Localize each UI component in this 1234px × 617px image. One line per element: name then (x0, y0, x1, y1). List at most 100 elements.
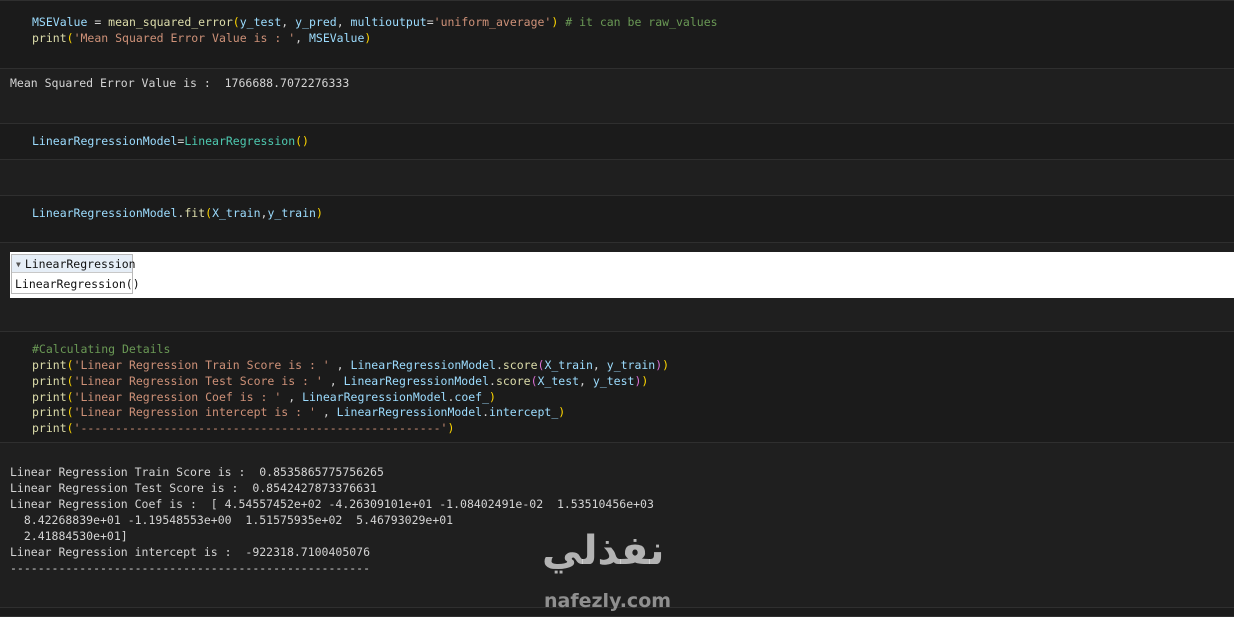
code-token: , (336, 15, 351, 29)
code-token: ( (66, 358, 74, 372)
code-token: print (32, 421, 67, 435)
code-token: score (495, 374, 531, 388)
code-token: , (579, 374, 593, 388)
code-token: ) (447, 421, 455, 435)
code-token: = (426, 15, 434, 29)
code-token: 'Linear Regression Train Score is : ' (73, 358, 330, 372)
code-token: y_pred (295, 15, 337, 29)
estimator-widget: ▼ LinearRegression LinearRegression() (10, 252, 1234, 298)
code-cell-details[interactable]: #Calculating Details print('Linear Regre… (0, 331, 1234, 443)
code-token: LinearRegressionModel (32, 206, 178, 220)
code-token: ( (232, 15, 240, 29)
code-token: X_train (212, 206, 261, 220)
cell-output-line: Linear Regression Coef is : [ 4.54557452… (10, 497, 654, 511)
code-token: print (32, 358, 67, 372)
code-token: , (295, 31, 309, 45)
code-token: , (592, 358, 607, 372)
watermark: نفذلي nafezly.com (540, 528, 700, 612)
code-cell-mse[interactable]: MSEValue = mean_squared_error(y_test, y_… (0, 0, 1234, 69)
estimator-repr: LinearRegression() (15, 277, 140, 291)
code-token: ) (489, 390, 496, 404)
code-token: . (489, 374, 496, 388)
code-token: , (281, 390, 303, 404)
code-token: 'Linear Regression intercept is : ' (73, 405, 316, 419)
code-token: 'Mean Squared Error Value is : ' (73, 31, 296, 45)
code-token: LinearRegressionModel (32, 134, 178, 148)
code-token: LinearRegressionModel (350, 358, 496, 372)
cell-output-line: Mean Squared Error Value is : 1766688.70… (10, 76, 350, 90)
code-token: coef_ (454, 390, 490, 404)
code-token: . (482, 405, 490, 419)
code-token: y_train (267, 206, 316, 220)
code-token: multioutput (350, 15, 427, 29)
code-token: print (32, 390, 67, 404)
cell-output-line: Linear Regression intercept is : -922318… (10, 545, 371, 559)
code-token: ( (66, 421, 74, 435)
code-token: = (87, 15, 109, 29)
code-token: score (502, 358, 538, 372)
code-token: 'uniform_average' (433, 15, 552, 29)
code-token: #Calculating Details (32, 342, 171, 356)
code-token: y_train (606, 358, 656, 372)
code-token: y_test (239, 15, 282, 29)
code-token: LinearRegressionModel (336, 405, 483, 419)
code-token: ) (364, 31, 372, 45)
code-line: print('Mean Squared Error Value is : ', … (32, 30, 371, 46)
code-token: '---------------------------------------… (73, 421, 448, 435)
code-token: , (281, 15, 296, 29)
code-token: y_test (592, 374, 635, 388)
code-token: 'Linear Regression Coef is : ' (73, 390, 282, 404)
code-line: print('Linear Regression intercept is : … (32, 404, 565, 420)
code-token: print (32, 405, 67, 419)
code-token: ) (641, 374, 649, 388)
code-token: mean_squared_error (108, 15, 233, 29)
code-token: print (32, 31, 67, 45)
cell-output-line: Linear Regression Test Score is : 0.8542… (10, 481, 377, 495)
code-token: intercept_ (489, 405, 559, 419)
code-token: () (295, 134, 309, 148)
watermark-arabic: نفذلي (542, 528, 665, 574)
cell-output-line: ----------------------------------------… (10, 561, 371, 575)
code-token: LinearRegressionModel (302, 390, 448, 404)
code-line: print('Linear Regression Train Score is … (32, 357, 669, 373)
code-token: print (32, 374, 67, 388)
code-cell-model[interactable]: LinearRegressionModel=LinearRegression() (0, 123, 1234, 160)
code-line: print('Linear Regression Test Score is :… (32, 373, 648, 389)
code-token: MSEValue (308, 31, 365, 45)
code-token: X_test (537, 374, 580, 388)
estimator-toggle[interactable]: ▼ LinearRegression (12, 255, 136, 273)
code-token: . (495, 358, 503, 372)
code-token: ( (66, 390, 74, 404)
cell-output-line: 2.41884530e+01] (10, 529, 128, 543)
code-token: X_train (544, 358, 593, 372)
code-line: print('---------------------------------… (32, 420, 454, 436)
triangle-down-icon: ▼ (16, 260, 21, 269)
code-token: ( (66, 31, 74, 45)
cell-output-line: Linear Regression Train Score is : 0.853… (10, 465, 384, 479)
code-line: #Calculating Details (32, 341, 170, 357)
code-token: 'Linear Regression Test Score is : ' (73, 374, 323, 388)
cell-output-line: 8.42268839e+01 -1.19548553e+00 1.5157593… (10, 513, 454, 527)
code-token: fit (184, 206, 206, 220)
code-line: LinearRegressionModel=LinearRegression() (32, 133, 309, 149)
code-line: MSEValue = mean_squared_error(y_test, y_… (32, 14, 718, 30)
code-token: LinearRegression (184, 134, 296, 148)
code-cell-fit[interactable]: LinearRegressionModel.fit(X_train,y_trai… (0, 195, 1234, 243)
code-token: ) (662, 358, 670, 372)
code-token: , (329, 358, 351, 372)
estimator-title: LinearRegression (24, 257, 136, 271)
code-token: MSEValue (32, 15, 88, 29)
watermark-latin: nafezly.com (544, 590, 672, 612)
code-token: , (322, 374, 344, 388)
code-line: print('Linear Regression Coef is : ' , L… (32, 389, 496, 405)
code-token: ( (530, 374, 538, 388)
code-token: ) (315, 206, 323, 220)
code-token: ) (558, 405, 566, 419)
code-token: , (315, 405, 337, 419)
code-token: ( (66, 374, 74, 388)
code-token: LinearRegressionModel (343, 374, 489, 388)
code-token: # it can be raw_values (558, 15, 718, 29)
code-token: ( (66, 405, 74, 419)
code-line: LinearRegressionModel.fit(X_train,y_trai… (32, 205, 323, 221)
estimator-label-box[interactable]: ▼ LinearRegression LinearRegression() (11, 254, 140, 294)
